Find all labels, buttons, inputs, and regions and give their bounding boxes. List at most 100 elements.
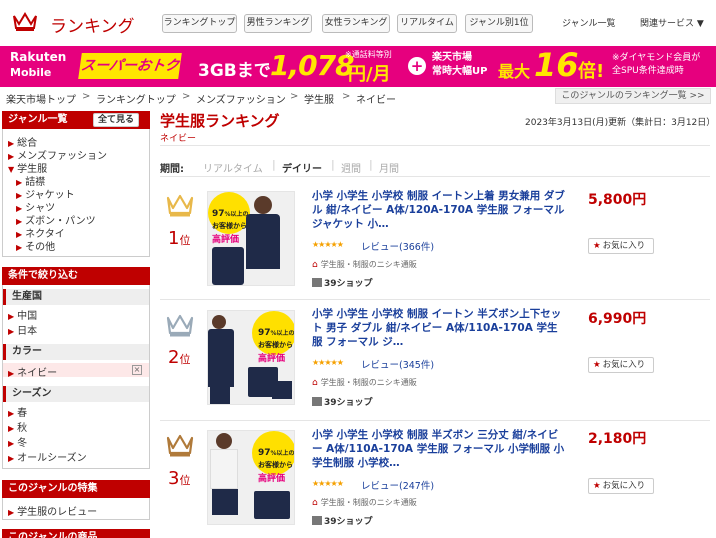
product-title-1[interactable]: 小学 小学生 小学校 制服 イートン上着 男女兼用 ダブル 紺/ネイビー A体/… (312, 189, 567, 231)
shorts-flat-shape (272, 381, 292, 399)
rating-stars: ★★★★★ (312, 479, 344, 488)
nav-women-ranking-button[interactable]: 女性ランキング (322, 14, 390, 33)
banner-max-label: 最大 (498, 62, 531, 81)
product-image-1[interactable]: 97%以上の お客様から 高評価 (207, 191, 295, 286)
shorts-shape (212, 489, 238, 515)
arrow-icon: ▶ (8, 327, 15, 336)
banner-brand-rakuten: Rakuten (10, 50, 67, 64)
logo-text[interactable]: ランキング (50, 12, 135, 37)
review-count-2[interactable]: レビュー(345件) (361, 357, 434, 371)
truck-icon (312, 397, 322, 406)
filter-season-all[interactable]: ▶ オールシーズン (8, 449, 87, 464)
nav-ranking-top-button[interactable]: ランキングトップ (162, 14, 237, 33)
breadcrumb-item-ranking-top[interactable]: ランキングトップ (96, 91, 176, 106)
tab-separator: | (272, 158, 276, 171)
favorite-label: お気に入り (602, 481, 646, 491)
badge-line3: 高評価 (258, 354, 286, 364)
model-head (212, 315, 226, 329)
divider (160, 176, 710, 177)
favorite-label: お気に入り (602, 241, 646, 251)
filter-origin-japan[interactable]: ▶ 日本 (8, 322, 37, 337)
breadcrumb-separator: > (182, 91, 191, 102)
shop39-text: 39ショップ (324, 517, 373, 527)
product-title-2[interactable]: 小学 小学生 小学校 制服 イートン 半ズボン上下セット 男子 ダブル 紺/ネイ… (312, 307, 567, 349)
breadcrumb-separator: > (342, 91, 351, 102)
promo-banner[interactable]: Rakuten Mobile スーパーおトク 3GBまで 1,078 ※通話料等… (0, 46, 716, 87)
star-icon: ★ (593, 481, 601, 491)
shop-name-1[interactable]: ⌂ 学生服・制服のニシキ通販 (312, 259, 417, 270)
rank-value: 3 (168, 468, 180, 489)
banner-price-note: ※通話料等別 (345, 50, 392, 59)
review-count-3[interactable]: レビュー(247件) (361, 478, 434, 492)
breadcrumb-item-school-uniform[interactable]: 学生服 (304, 91, 334, 106)
rating-stars: ★★★★★ (312, 358, 344, 367)
model-head (254, 196, 272, 214)
tab-realtime[interactable]: リアルタイム (203, 160, 263, 175)
truck-icon (312, 516, 322, 525)
banner-ichiba: 楽天市場 常時大幅UP (432, 51, 487, 79)
nav-related-services-link[interactable]: 関連サービス ▼ (640, 16, 704, 29)
filter-season-spring[interactable]: ▶ 春 (8, 404, 27, 419)
badge-line3: 高評価 (212, 235, 240, 245)
shop-name-3[interactable]: ⌂ 学生服・制服のニシキ通販 (312, 497, 417, 508)
banner-price-unit: 円/月 (348, 64, 391, 85)
favorite-button-1[interactable]: ★ お気に入り (588, 238, 654, 254)
page: ランキング ランキングトップ 男性ランキング 女性ランキング リアルタイム ジャ… (0, 0, 716, 538)
page-subtitle: ネイビー (160, 134, 197, 144)
tab-weekly[interactable]: 週間 (341, 160, 361, 175)
tab-monthly[interactable]: 月間 (379, 160, 399, 175)
banner-price: 1,078 (270, 49, 355, 82)
rank-number: 2位 (168, 347, 190, 368)
arrow-icon: ▶ (8, 454, 15, 463)
page-title: 学生服ランキング (160, 112, 280, 130)
shirt-shape (210, 449, 238, 489)
shop-name-text: 学生服・制服のニシキ通販 (320, 260, 417, 269)
product-price-3: 2,180円 (588, 431, 647, 447)
breadcrumb-item-ichiba-top[interactable]: 楽天市場トップ (6, 91, 76, 106)
nav-men-ranking-button[interactable]: 男性ランキング (244, 14, 312, 33)
favorite-button-3[interactable]: ★ お気に入り (588, 478, 654, 494)
breadcrumb-item-mens-fashion[interactable]: メンズファッション (196, 91, 286, 106)
show-all-button[interactable]: 全て見る (93, 113, 139, 127)
banner-ichiba-line2: 常時大幅UP (432, 66, 488, 77)
tab-separator: | (331, 158, 335, 171)
badge-percent-tail: %以上の (270, 450, 295, 457)
banner-plan: 3GBまで (198, 61, 271, 81)
arrow-icon: ▶ (16, 243, 23, 252)
rank-value: 1 (168, 228, 180, 249)
filter-clear-icon[interactable]: × (132, 365, 142, 375)
filter-origin-label-text: 中国 (17, 311, 38, 322)
product-title-3[interactable]: 小学 小学生 小学校 制服 半ズボン 三分丈 紺/ネイビー A体/110A-17… (312, 428, 567, 470)
filter-season-autumn[interactable]: ▶ 秋 (8, 419, 27, 434)
favorite-label: お気に入り (602, 360, 646, 370)
badge-line3: 高評価 (258, 474, 286, 484)
filter-origin-china[interactable]: ▶ 中国 (8, 307, 37, 322)
updated-date: 2023年3月13日(月)更新（集計日：3月12日） (525, 118, 716, 128)
banner-plus-icon: + (408, 57, 426, 75)
product-image-3[interactable]: 97%以上の お客様から 高評価 (207, 430, 295, 525)
review-count-1[interactable]: レビュー(366件) (361, 239, 434, 253)
tab-daily[interactable]: デイリー (282, 160, 322, 175)
filter-season-winter[interactable]: ▶ 冬 (8, 434, 27, 449)
shop-name-2[interactable]: ⌂ 学生服・制服のニシキ通販 (312, 377, 417, 388)
filter-season-label-text: 冬 (17, 438, 28, 449)
nav-genre-first-button[interactable]: ジャンル別1位 (465, 14, 533, 33)
feature-item-label: 学生服のレビュー (17, 507, 98, 518)
rank-number: 3位 (168, 468, 190, 489)
favorite-button-2[interactable]: ★ お気に入り (588, 357, 654, 373)
filter-color-label: カラー (3, 344, 149, 360)
feature-item-review[interactable]: ▶ 学生服のレビュー (8, 503, 97, 518)
product-image-2[interactable]: 97%以上の お客様から 高評価 (207, 310, 295, 405)
nav-genre-list-link[interactable]: ジャンル一覧 (562, 16, 616, 29)
genre-sub-item-other[interactable]: ▶ その他 (16, 238, 55, 253)
filter-color-navy[interactable]: ▶ ネイビー (8, 364, 57, 379)
badge-line2: お客様から (258, 461, 293, 469)
genre-ranking-list-link[interactable]: このジャンルのランキング一覧 >> (555, 88, 711, 104)
shop-house-icon: ⌂ (312, 378, 318, 388)
badge-percent-tail: %以上の (224, 211, 249, 218)
nav-realtime-button[interactable]: リアルタイム (397, 14, 457, 33)
filter-origin-label-text: 日本 (17, 326, 38, 337)
breadcrumb-item-navy: ネイビー (356, 95, 396, 106)
arrow-icon: ▶ (8, 409, 15, 418)
bronze-crown-icon (166, 434, 194, 457)
